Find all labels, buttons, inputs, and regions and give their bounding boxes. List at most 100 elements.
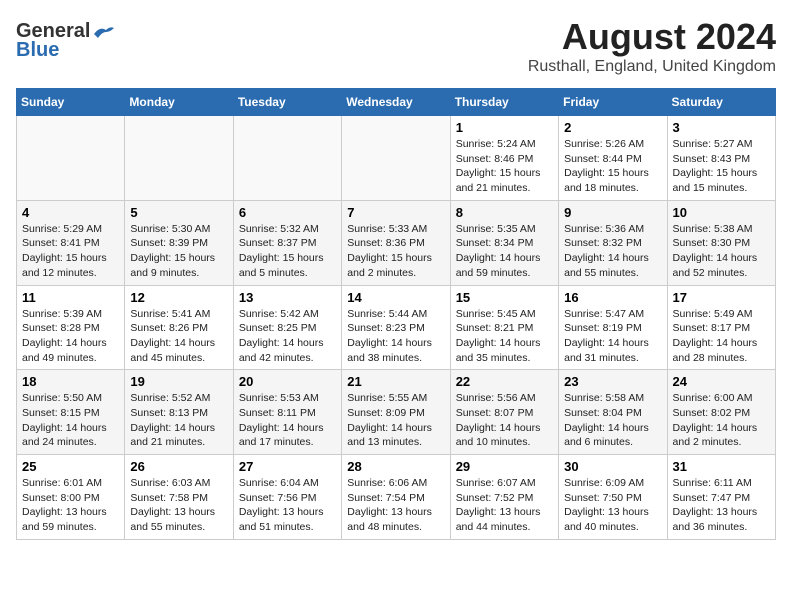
day-info: Sunrise: 5:44 AMSunset: 8:23 PMDaylight:…: [347, 307, 444, 366]
day-info: Sunrise: 6:07 AMSunset: 7:52 PMDaylight:…: [456, 476, 553, 535]
day-number: 29: [456, 459, 553, 474]
col-header-monday: Monday: [125, 89, 233, 116]
day-number: 14: [347, 290, 444, 305]
day-number: 18: [22, 374, 119, 389]
day-info: Sunrise: 5:42 AMSunset: 8:25 PMDaylight:…: [239, 307, 336, 366]
logo-blue: Blue: [16, 39, 59, 62]
logo: General Blue: [16, 20, 114, 62]
calendar-cell: 18 Sunrise: 5:50 AMSunset: 8:15 PMDayligh…: [17, 370, 125, 455]
day-number: 5: [130, 205, 227, 220]
day-info: Sunrise: 5:55 AMSunset: 8:09 PMDaylight:…: [347, 391, 444, 450]
calendar-cell: 14 Sunrise: 5:44 AMSunset: 8:23 PMDayligh…: [342, 285, 450, 370]
day-info: Sunrise: 5:39 AMSunset: 8:28 PMDaylight:…: [22, 307, 119, 366]
day-info: Sunrise: 5:58 AMSunset: 8:04 PMDaylight:…: [564, 391, 661, 450]
day-number: 24: [673, 374, 770, 389]
col-header-friday: Friday: [559, 89, 667, 116]
day-number: 22: [456, 374, 553, 389]
day-info: Sunrise: 5:52 AMSunset: 8:13 PMDaylight:…: [130, 391, 227, 450]
calendar-header: August 2024 Rusthall, England, United Ki…: [16, 16, 776, 76]
calendar-cell: 6 Sunrise: 5:32 AMSunset: 8:37 PMDaylight…: [233, 200, 341, 285]
day-number: 16: [564, 290, 661, 305]
calendar-cell: 26Sunrise: 6:03 AMSunset: 7:58 PMDayligh…: [125, 455, 233, 540]
day-info: Sunrise: 5:26 AMSunset: 8:44 PMDaylight:…: [564, 137, 661, 196]
day-info: Sunrise: 6:01 AMSunset: 8:00 PMDaylight:…: [22, 476, 119, 535]
day-number: 10: [673, 205, 770, 220]
calendar-cell: 16 Sunrise: 5:47 AMSunset: 8:19 PMDayligh…: [559, 285, 667, 370]
calendar-week-2: 4Sunrise: 5:29 AMSunset: 8:41 PMDaylight…: [17, 200, 776, 285]
calendar-cell: 22 Sunrise: 5:56 AMSunset: 8:07 PMDayligh…: [450, 370, 558, 455]
day-info: Sunrise: 6:11 AMSunset: 7:47 PMDaylight:…: [673, 476, 770, 535]
calendar-cell: 27 Sunrise: 6:04 AMSunset: 7:56 PMDayligh…: [233, 455, 341, 540]
day-number: 4: [22, 205, 119, 220]
calendar-subtitle: Rusthall, England, United Kingdom: [16, 58, 776, 76]
day-info: Sunrise: 6:06 AMSunset: 7:54 PMDaylight:…: [347, 476, 444, 535]
col-header-saturday: Saturday: [667, 89, 775, 116]
day-info: Sunrise: 5:49 AMSunset: 8:17 PMDaylight:…: [673, 307, 770, 366]
day-number: 20: [239, 374, 336, 389]
calendar-week-1: 1Sunrise: 5:24 AMSunset: 8:46 PMDaylight…: [17, 116, 776, 201]
day-number: 19: [130, 374, 227, 389]
day-number: 7: [347, 205, 444, 220]
calendar-cell: 7Sunrise: 5:33 AMSunset: 8:36 PMDaylight…: [342, 200, 450, 285]
day-number: 9: [564, 205, 661, 220]
day-info: Sunrise: 5:27 AMSunset: 8:43 PMDaylight:…: [673, 137, 770, 196]
day-number: 15: [456, 290, 553, 305]
day-number: 25: [22, 459, 119, 474]
day-info: Sunrise: 5:47 AMSunset: 8:19 PMDaylight:…: [564, 307, 661, 366]
calendar-title: August 2024: [16, 16, 776, 58]
calendar-cell: 28 Sunrise: 6:06 AMSunset: 7:54 PMDayligh…: [342, 455, 450, 540]
day-info: Sunrise: 5:38 AMSunset: 8:30 PMDaylight:…: [673, 222, 770, 281]
day-number: 6: [239, 205, 336, 220]
day-info: Sunrise: 6:04 AMSunset: 7:56 PMDaylight:…: [239, 476, 336, 535]
calendar-week-5: 25 Sunrise: 6:01 AMSunset: 8:00 PMDayligh…: [17, 455, 776, 540]
calendar-cell: [125, 116, 233, 201]
day-number: 13: [239, 290, 336, 305]
day-number: 2: [564, 120, 661, 135]
day-info: Sunrise: 5:45 AMSunset: 8:21 PMDaylight:…: [456, 307, 553, 366]
calendar-week-3: 11 Sunrise: 5:39 AMSunset: 8:28 PMDayligh…: [17, 285, 776, 370]
calendar-week-4: 18 Sunrise: 5:50 AMSunset: 8:15 PMDayligh…: [17, 370, 776, 455]
calendar-cell: 10 Sunrise: 5:38 AMSunset: 8:30 PMDayligh…: [667, 200, 775, 285]
calendar-cell: 2 Sunrise: 5:26 AMSunset: 8:44 PMDaylight…: [559, 116, 667, 201]
col-header-tuesday: Tuesday: [233, 89, 341, 116]
day-info: Sunrise: 6:00 AMSunset: 8:02 PMDaylight:…: [673, 391, 770, 450]
day-number: 28: [347, 459, 444, 474]
day-info: Sunrise: 5:36 AMSunset: 8:32 PMDaylight:…: [564, 222, 661, 281]
day-info: Sunrise: 6:09 AMSunset: 7:50 PMDaylight:…: [564, 476, 661, 535]
calendar-cell: 15 Sunrise: 5:45 AMSunset: 8:21 PMDayligh…: [450, 285, 558, 370]
calendar-cell: 24 Sunrise: 6:00 AMSunset: 8:02 PMDayligh…: [667, 370, 775, 455]
calendar-cell: [17, 116, 125, 201]
calendar-cell: 20 Sunrise: 5:53 AMSunset: 8:11 PMDayligh…: [233, 370, 341, 455]
calendar-cell: 21 Sunrise: 5:55 AMSunset: 8:09 PMDayligh…: [342, 370, 450, 455]
calendar-cell: 4Sunrise: 5:29 AMSunset: 8:41 PMDaylight…: [17, 200, 125, 285]
day-info: Sunrise: 5:50 AMSunset: 8:15 PMDaylight:…: [22, 391, 119, 450]
day-number: 11: [22, 290, 119, 305]
calendar-cell: 29 Sunrise: 6:07 AMSunset: 7:52 PMDayligh…: [450, 455, 558, 540]
day-number: 3: [673, 120, 770, 135]
day-number: 1: [456, 120, 553, 135]
calendar-table: SundayMondayTuesdayWednesdayThursdayFrid…: [16, 88, 776, 540]
calendar-cell: 11 Sunrise: 5:39 AMSunset: 8:28 PMDayligh…: [17, 285, 125, 370]
calendar-cell: 9 Sunrise: 5:36 AMSunset: 8:32 PMDaylight…: [559, 200, 667, 285]
day-number: 21: [347, 374, 444, 389]
day-info: Sunrise: 5:32 AMSunset: 8:37 PMDaylight:…: [239, 222, 336, 281]
calendar-cell: 8Sunrise: 5:35 AMSunset: 8:34 PMDaylight…: [450, 200, 558, 285]
day-number: 8: [456, 205, 553, 220]
day-info: Sunrise: 5:53 AMSunset: 8:11 PMDaylight:…: [239, 391, 336, 450]
page-header: General Blue August 2024 Rusthall, Engla…: [16, 16, 776, 80]
calendar-cell: 13 Sunrise: 5:42 AMSunset: 8:25 PMDayligh…: [233, 285, 341, 370]
day-number: 27: [239, 459, 336, 474]
calendar-cell: [233, 116, 341, 201]
calendar-header-row: SundayMondayTuesdayWednesdayThursdayFrid…: [17, 89, 776, 116]
calendar-cell: 25 Sunrise: 6:01 AMSunset: 8:00 PMDayligh…: [17, 455, 125, 540]
day-number: 12: [130, 290, 227, 305]
calendar-cell: [342, 116, 450, 201]
calendar-cell: 5Sunrise: 5:30 AMSunset: 8:39 PMDaylight…: [125, 200, 233, 285]
day-info: Sunrise: 5:41 AMSunset: 8:26 PMDaylight:…: [130, 307, 227, 366]
calendar-cell: 31Sunrise: 6:11 AMSunset: 7:47 PMDayligh…: [667, 455, 775, 540]
calendar-cell: 23Sunrise: 5:58 AMSunset: 8:04 PMDayligh…: [559, 370, 667, 455]
calendar-cell: 3 Sunrise: 5:27 AMSunset: 8:43 PMDaylight…: [667, 116, 775, 201]
day-info: Sunrise: 5:56 AMSunset: 8:07 PMDaylight:…: [456, 391, 553, 450]
col-header-sunday: Sunday: [17, 89, 125, 116]
col-header-wednesday: Wednesday: [342, 89, 450, 116]
